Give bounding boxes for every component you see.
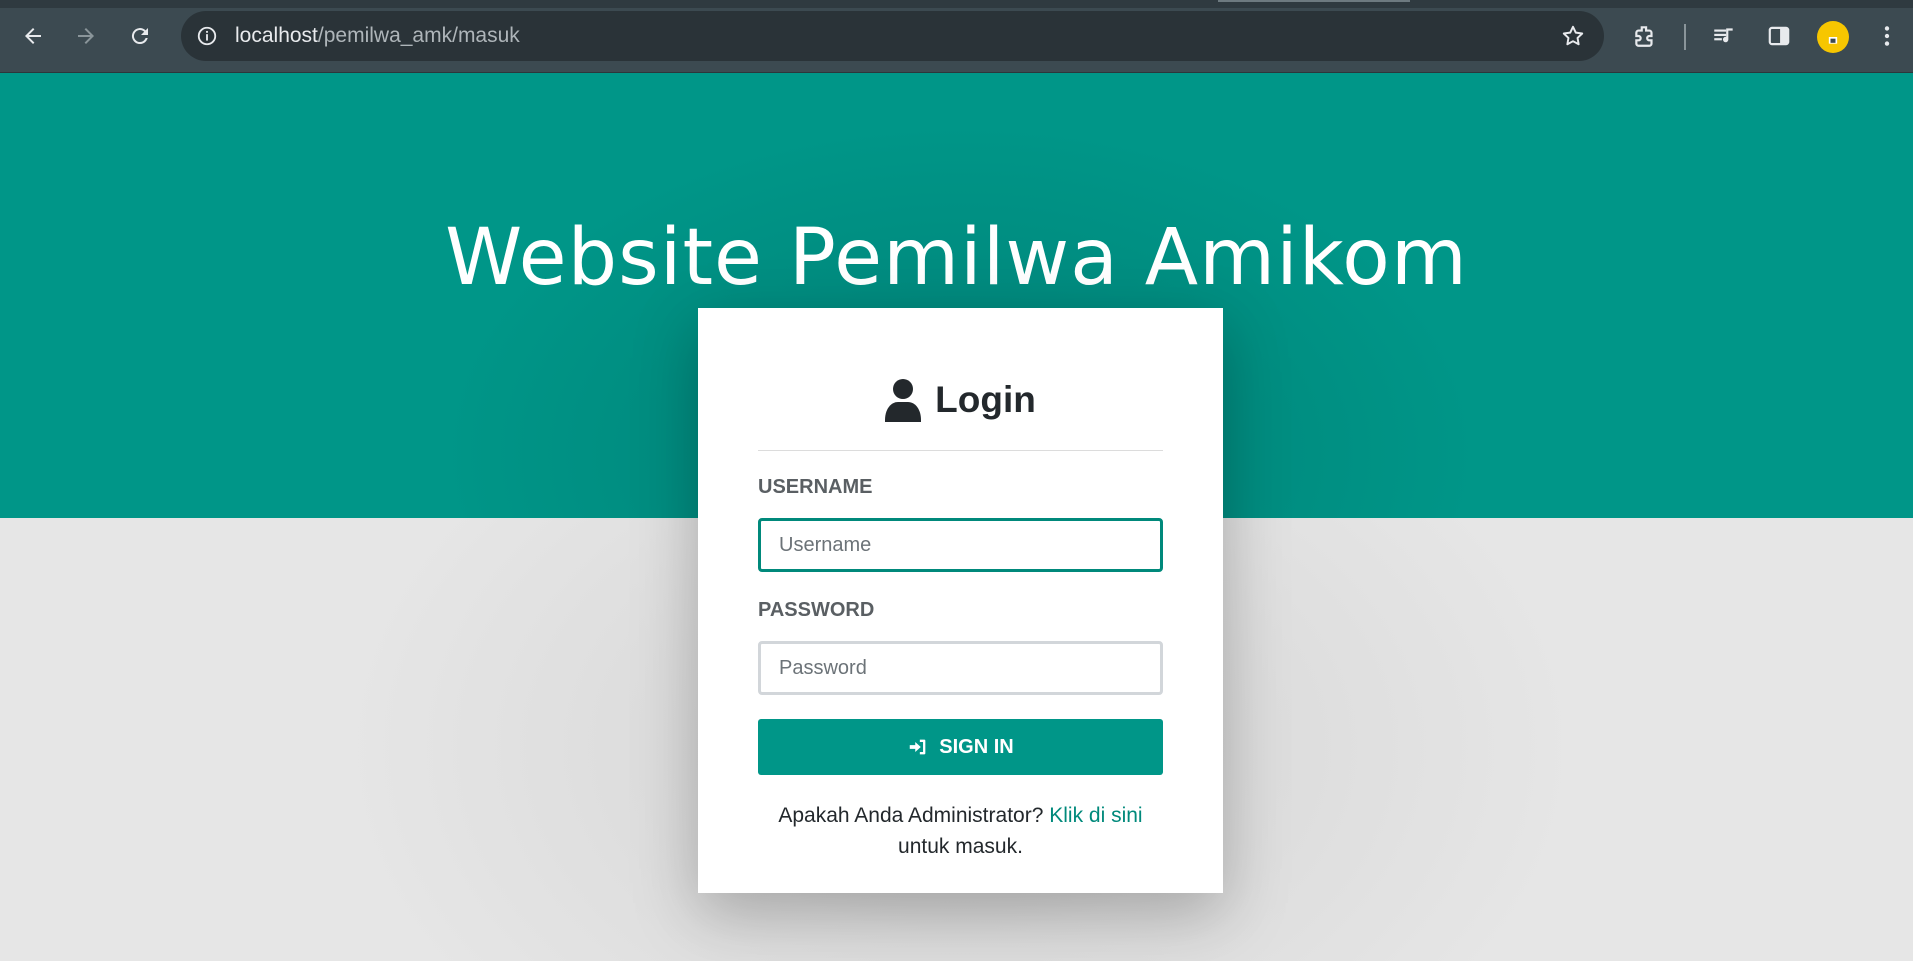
side-panel-button[interactable] [1762, 19, 1796, 53]
address-bar[interactable]: localhost/pemilwa_amk/masuk [181, 11, 1604, 61]
extensions-button[interactable] [1628, 19, 1662, 53]
bookmark-star-icon[interactable] [1560, 23, 1586, 49]
admin-prompt-text: Apakah Anda Administrator? [778, 804, 1044, 827]
kebab-menu-icon [1884, 26, 1890, 46]
sign-in-icon [910, 739, 926, 755]
media-queue-icon [1714, 28, 1733, 43]
reload-icon [131, 28, 148, 45]
sign-in-button[interactable]: SIGN IN [758, 719, 1163, 775]
side-panel-icon [1768, 26, 1790, 46]
sign-in-label: SIGN IN [939, 735, 1014, 758]
tab-indicator [1218, 0, 1410, 2]
forward-arrow-icon [78, 28, 94, 44]
admin-login-link[interactable]: Klik di sini [1049, 804, 1142, 827]
password-label: PASSWORD [758, 599, 875, 621]
browser-toolbar: localhost/pemilwa_amk/masuk [0, 0, 1913, 73]
profile-icon[interactable] [1817, 21, 1849, 53]
username-input[interactable] [758, 518, 1163, 572]
reload-button[interactable] [121, 17, 159, 55]
admin-prompt-suffix: untuk masuk. [898, 835, 1023, 858]
login-heading: Login [935, 379, 1036, 420]
info-icon[interactable] [193, 22, 221, 50]
forward-button[interactable] [67, 17, 105, 55]
url-text[interactable]: localhost/pemilwa_amk/masuk [235, 11, 520, 61]
back-arrow-icon [25, 28, 41, 44]
page-title: Website Pemilwa Amikom [445, 213, 1468, 303]
login-header: Login [758, 368, 1163, 451]
tab-strip [0, 0, 1913, 8]
url-path: /pemilwa_amk/masuk [317, 24, 520, 47]
password-input[interactable] [758, 641, 1163, 695]
admin-prompt: Apakah Anda Administrator? Klik di sini … [758, 800, 1163, 862]
extensions-icon [1635, 26, 1653, 47]
user-icon [885, 379, 922, 422]
kebab-menu-button[interactable] [1870, 19, 1904, 53]
url-host: localhost [235, 24, 318, 47]
login-card: Login USERNAME PASSWORD SIGN IN Apakah A… [698, 308, 1223, 893]
username-label: USERNAME [758, 476, 873, 498]
toolbar-divider [1684, 24, 1686, 50]
media-queue-button[interactable] [1707, 19, 1741, 53]
back-button[interactable] [14, 17, 52, 55]
